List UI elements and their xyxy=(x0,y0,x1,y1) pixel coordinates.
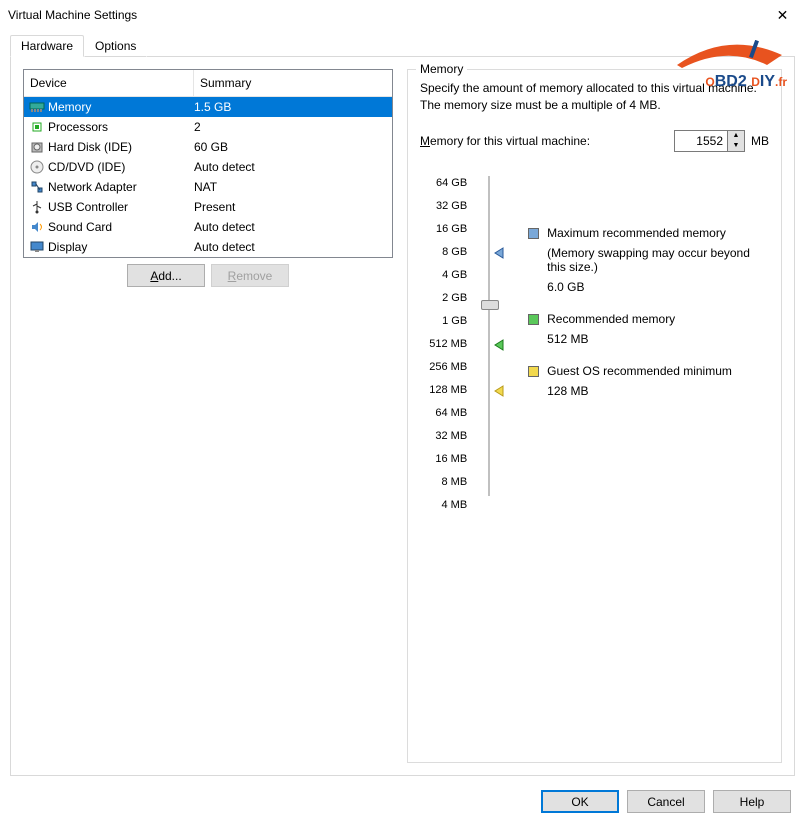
device-row-cddvd[interactable]: CD/DVD (IDE) Auto detect xyxy=(24,157,392,177)
memory-input[interactable] xyxy=(675,131,727,151)
spinner-down[interactable]: ▼ xyxy=(728,141,744,151)
device-summary: Auto detect xyxy=(194,240,392,254)
device-row-display[interactable]: Display Auto detect xyxy=(24,237,392,257)
sound-icon xyxy=(28,219,46,235)
memory-unit: MB xyxy=(751,134,769,148)
device-summary: Auto detect xyxy=(194,160,392,174)
tab-options[interactable]: Options xyxy=(84,35,147,57)
window-title: Virtual Machine Settings xyxy=(8,8,137,22)
swatch-yellow xyxy=(528,366,539,377)
slider-ticks: 64 GB32 GB16 GB 8 GB4 GB2 GB 1 GB512 MB2… xyxy=(420,172,467,517)
spinner-up[interactable]: ▲ xyxy=(728,131,744,141)
network-icon xyxy=(28,179,46,195)
device-name: Processors xyxy=(48,120,194,134)
device-row-memory[interactable]: Memory 1.5 GB xyxy=(24,97,392,117)
swatch-blue xyxy=(528,228,539,239)
cd-icon xyxy=(28,159,46,175)
device-name: CD/DVD (IDE) xyxy=(48,160,194,174)
disk-icon xyxy=(28,139,46,155)
min-marker-icon xyxy=(493,385,505,397)
device-name: Display xyxy=(48,240,194,254)
device-summary: Auto detect xyxy=(194,220,392,234)
device-summary: 60 GB xyxy=(194,140,392,154)
swatch-green xyxy=(528,314,539,325)
device-row-sound[interactable]: Sound Card Auto detect xyxy=(24,217,392,237)
memory-spinner[interactable]: ▲ ▼ xyxy=(674,130,745,152)
column-device[interactable]: Device xyxy=(24,70,194,96)
memory-icon xyxy=(28,99,46,115)
memory-slider[interactable] xyxy=(477,172,498,512)
memory-label: Memory for this virtual machine: xyxy=(420,134,590,148)
device-list: Device Summary Memory 1.5 GB Processors … xyxy=(23,69,393,258)
memory-group: Memory Specify the amount of memory allo… xyxy=(407,69,782,763)
max-marker-icon xyxy=(493,247,505,259)
legend-max: Maximum recommended memory (Memory swapp… xyxy=(528,226,769,294)
cancel-button[interactable]: Cancel xyxy=(627,790,705,813)
add-button[interactable]: Add... xyxy=(127,264,205,287)
remove-button: Remove xyxy=(211,264,289,287)
usb-icon xyxy=(28,199,46,215)
column-summary[interactable]: Summary xyxy=(194,70,392,96)
device-summary: Present xyxy=(194,200,392,214)
group-legend: Memory xyxy=(416,62,467,76)
help-button[interactable]: Help xyxy=(713,790,791,813)
device-summary: 1.5 GB xyxy=(194,100,392,114)
device-name: Network Adapter xyxy=(48,180,194,194)
device-row-usb[interactable]: USB Controller Present xyxy=(24,197,392,217)
device-summary: 2 xyxy=(194,120,392,134)
device-name: Hard Disk (IDE) xyxy=(48,140,194,154)
ok-button[interactable]: OK xyxy=(541,790,619,813)
tab-hardware[interactable]: Hardware xyxy=(10,35,84,57)
close-button[interactable]: ✕ xyxy=(760,0,805,30)
device-row-network[interactable]: Network Adapter NAT xyxy=(24,177,392,197)
legend-min: Guest OS recommended minimum 128 MB xyxy=(528,364,769,398)
device-row-harddisk[interactable]: Hard Disk (IDE) 60 GB xyxy=(24,137,392,157)
device-name: Sound Card xyxy=(48,220,194,234)
device-summary: NAT xyxy=(194,180,392,194)
cpu-icon xyxy=(28,119,46,135)
legend-rec: Recommended memory 512 MB xyxy=(528,312,769,346)
device-name: Memory xyxy=(48,100,194,114)
slider-thumb[interactable] xyxy=(481,300,499,310)
device-row-processors[interactable]: Processors 2 xyxy=(24,117,392,137)
tab-strip: Hardware Options xyxy=(10,35,795,57)
memory-description: Specify the amount of memory allocated t… xyxy=(420,80,769,114)
display-icon xyxy=(28,239,46,255)
rec-marker-icon xyxy=(493,339,505,351)
device-name: USB Controller xyxy=(48,200,194,214)
